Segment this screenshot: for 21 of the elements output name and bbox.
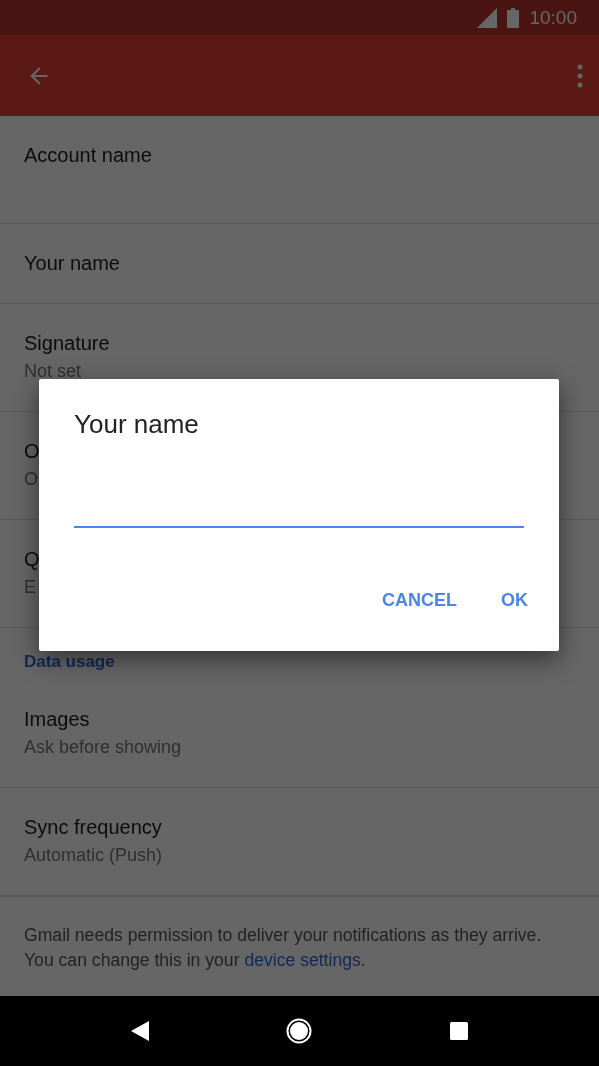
home-nav-icon[interactable] <box>286 1018 313 1044</box>
setting-title: Your name <box>24 252 120 275</box>
signal-icon <box>477 7 498 28</box>
setting-title: Q <box>24 548 40 571</box>
setting-title: O <box>24 440 40 463</box>
recents-nav-icon[interactable] <box>450 1022 469 1040</box>
setting-title: Account name <box>24 144 152 167</box>
settings-item[interactable]: Your name <box>0 224 599 304</box>
battery-icon <box>507 7 520 28</box>
cancel-button[interactable]: CANCEL <box>366 582 473 619</box>
status-time: 10:00 <box>529 6 577 29</box>
notification-notice: Gmail needs permission to deliver your notifications as they arrive. You can change this in your device settings. <box>0 896 599 994</box>
setting-title: Sync frequency <box>24 816 162 839</box>
section-header: Data usage <box>23 651 116 673</box>
ok-button[interactable]: OK <box>485 582 544 619</box>
dialog-title: Your name <box>74 409 200 440</box>
back-nav-icon[interactable] <box>130 1021 149 1041</box>
setting-title: Signature <box>24 332 110 355</box>
settings-item[interactable]: Account name <box>0 116 599 224</box>
setting-title: Images <box>24 708 90 731</box>
device-settings-link[interactable]: device settings <box>244 950 361 970</box>
